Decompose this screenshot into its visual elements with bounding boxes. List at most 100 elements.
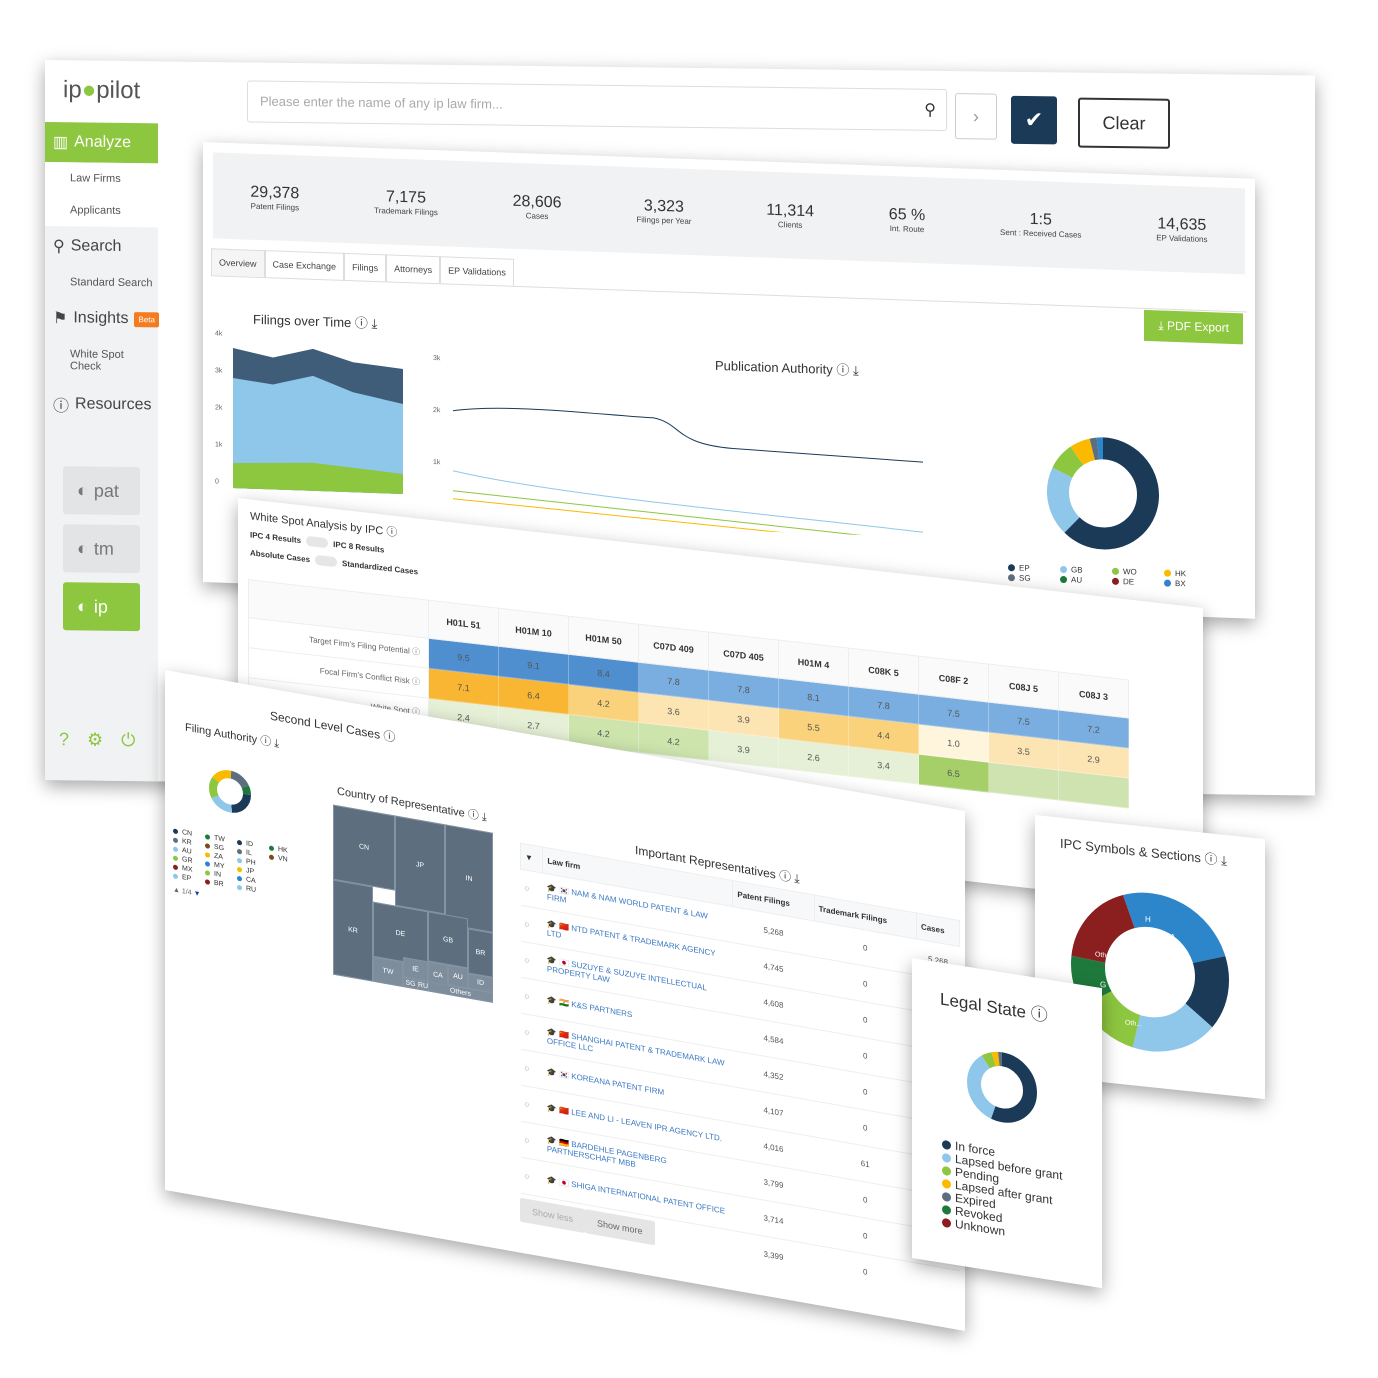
legend-label: HK — [1175, 568, 1187, 578]
sidebar: ip●pilot ▥ Analyze Law Firms Applicants ⚲… — [45, 60, 159, 782]
power-icon[interactable]: ⏻ — [121, 730, 135, 751]
flag-in-icon: 🇮🇳 — [559, 997, 572, 1009]
filter-icon[interactable]: ▼ — [520, 843, 543, 874]
legend-pager[interactable]: ▲ 1/4 ▼ — [173, 886, 201, 898]
nav-law-firms[interactable]: Law Firms — [45, 162, 158, 196]
legend-label: WO — [1123, 566, 1137, 577]
legend-label: GB — [1071, 564, 1083, 575]
legal-state-legend: In force Lapsed before grant Pending Lapsed… — [942, 1138, 1062, 1248]
nav-standard-search[interactable]: Standard Search — [45, 266, 158, 300]
nav-resources[interactable]: ⓘ Resources — [45, 382, 158, 427]
help-icon[interactable]: ? — [59, 729, 69, 750]
treemap-cell[interactable]: BR — [468, 928, 493, 978]
legend-dot — [237, 839, 242, 846]
stat-item: 3,323 Filings per Year — [636, 197, 691, 226]
clear-button[interactable]: Clear — [1078, 97, 1170, 149]
legend-item[interactable]: DE — [1112, 576, 1164, 588]
legend-label: VN — [278, 854, 288, 864]
law-firm-search-input[interactable]: Please enter the name of any ip law firm… — [247, 80, 947, 132]
legend-dot — [942, 1178, 951, 1190]
search-icon[interactable]: ⚲ — [924, 100, 936, 120]
next-button[interactable]: › — [955, 93, 997, 140]
treemap-cell[interactable]: RU — [418, 979, 428, 992]
toggle-icon[interactable]: ◌ — [520, 977, 543, 1018]
gear-icon[interactable]: ⚙ — [87, 730, 103, 751]
legend-dot — [205, 834, 210, 840]
stat-value: 11,314 — [766, 201, 815, 220]
chevron-right-icon: › — [973, 106, 979, 127]
stat-value: 29,378 — [250, 183, 300, 202]
flag-kr-icon: 🇰🇷 — [559, 1069, 572, 1081]
publication-authority-legend: EP SG GB AU WO DE HK BX — [1008, 562, 1216, 589]
download-icon: ⤓ — [1158, 318, 1167, 333]
tab-attorneys[interactable]: Attorneys — [386, 254, 441, 284]
stat-item: 65 % Int. Route — [889, 205, 925, 233]
stat-item: 14,635 EP Validations — [1156, 215, 1207, 244]
confirm-button[interactable]: ✔ — [1011, 95, 1057, 145]
toggle-icon[interactable]: ◌ — [520, 1121, 543, 1162]
firm-name[interactable]: KOREANA PATENT FIRM — [571, 1072, 664, 1097]
stat-value: 28,606 — [512, 192, 562, 212]
legend-item[interactable]: AU — [1060, 574, 1112, 586]
nav-white-spot-check[interactable]: White Spot Check — [45, 338, 158, 384]
legend-dot — [1112, 567, 1119, 575]
toggle-icon[interactable]: ◌ — [520, 1157, 543, 1198]
treemap-cell[interactable]: JP — [395, 815, 445, 915]
stat-label: EP Validations — [1156, 232, 1208, 244]
case-mode-toggle[interactable]: Absolute Cases Standardized Cases — [250, 547, 418, 576]
toggle-icon[interactable]: ◌ — [520, 1013, 543, 1054]
treemap-cell[interactable]: DE — [373, 901, 428, 967]
tab-overview[interactable]: Overview — [211, 248, 265, 278]
filing-authority-title: Filing Authority ⓘ ⤓ — [185, 721, 280, 751]
bar-chart-icon: ▥ — [53, 134, 69, 152]
y-tick: 1k — [433, 459, 441, 466]
nav-search[interactable]: ⚲ Search — [45, 226, 158, 267]
y-tick: 4k — [215, 330, 223, 337]
treemap-cell[interactable]: CN — [333, 804, 395, 891]
legend-label: JP — [246, 867, 255, 876]
legend-label: SG — [1019, 572, 1031, 583]
beta-badge: Beta — [134, 311, 159, 327]
treemap-cell[interactable]: GB — [428, 911, 468, 969]
toggle-icon[interactable]: ◌ — [520, 1049, 543, 1090]
product-tm[interactable]: ◐ tm — [63, 524, 140, 574]
y-tick: 2k — [433, 407, 441, 414]
nav-analyze[interactable]: ▥ Analyze — [45, 122, 158, 164]
product-pat[interactable]: ◐ pat — [63, 466, 140, 516]
toggle-icon[interactable]: ◌ — [520, 941, 543, 982]
nav-insights[interactable]: ⚑ Insights Beta — [45, 298, 159, 339]
legend-label: ID — [246, 840, 253, 849]
stat-label: Sent : Received Cases — [1000, 227, 1082, 240]
ipc-title: IPC Symbols & Sections ⓘ ⤓ — [1060, 835, 1227, 869]
filings-over-time-chart: 4k 3k 2k 1k 0 — [215, 330, 403, 494]
legal-state-title: Legal State ⓘ — [940, 989, 1048, 1026]
signpost-icon: ⚑ — [53, 310, 68, 328]
legend-dot — [173, 864, 178, 871]
legend-item[interactable]: SG — [1008, 572, 1060, 584]
tab-case-exchange[interactable]: Case Exchange — [264, 250, 345, 280]
representatives-table: ▼ Law firm Patent Filings Trademark Filings… — [520, 843, 960, 1307]
y-tick: 0 — [215, 478, 219, 485]
treemap-cell[interactable]: SG — [403, 976, 418, 990]
y-tick: 3k — [215, 367, 223, 374]
legend-item[interactable]: BX — [1164, 578, 1216, 590]
pdf-export-button[interactable]: ⤓ PDF Export — [1144, 309, 1243, 345]
treemap-cell[interactable]: KR — [333, 879, 373, 982]
toggle-icon[interactable]: ◌ — [520, 869, 543, 910]
treemap-cell[interactable]: TW — [373, 956, 403, 987]
info-icon: ⓘ — [53, 398, 70, 416]
tab-filings[interactable]: Filings — [344, 252, 387, 282]
nav-applicants[interactable]: Applicants — [45, 194, 158, 228]
toggle-icon[interactable]: ◌ — [520, 1085, 543, 1126]
toggle-icon[interactable]: ◌ — [520, 905, 543, 946]
firm-name[interactable]: K&S PARTNERS — [571, 1000, 632, 1020]
y-tick: 1k — [215, 441, 223, 448]
flag-jp-icon: 🇯🇵 — [559, 1177, 572, 1189]
tab-ep-validations[interactable]: EP Validations — [440, 256, 514, 286]
search-icon: ⚲ — [53, 238, 65, 256]
legend-label: BX — [1175, 578, 1186, 588]
legend-dot — [1112, 577, 1119, 585]
legend-dot — [1060, 575, 1067, 583]
product-ip[interactable]: ◐ ip — [63, 582, 140, 632]
stat-value: 7,175 — [385, 187, 426, 207]
